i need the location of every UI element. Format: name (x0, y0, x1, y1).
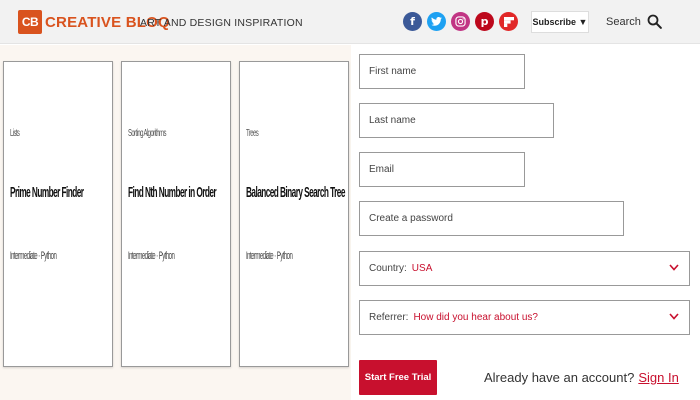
sign-in-link[interactable]: Sign In (638, 370, 678, 385)
card-title: Balanced Binary Search Tree (246, 184, 345, 201)
course-card[interactable]: Sorting Algorithms Find Nth Number in Or… (121, 61, 231, 367)
card-meta: Intermediate · Python (246, 250, 293, 262)
card-meta: Intermediate · Python (128, 250, 175, 262)
start-free-trial-button[interactable]: Start Free Trial (359, 360, 437, 395)
account-prompt-text: Already have an account? (484, 370, 635, 385)
card-meta: Intermediate · Python (10, 250, 57, 262)
search-icon (647, 14, 662, 29)
card-title: Prime Number Finder (10, 184, 84, 201)
pinterest-icon[interactable]: p (475, 12, 494, 31)
chevron-down-icon (669, 264, 679, 271)
password-field[interactable]: Create a password (359, 201, 624, 236)
subscribe-button[interactable]: Subscribe ▼ (531, 11, 589, 33)
social-links: f p (403, 12, 518, 31)
logo-badge: CB (18, 10, 42, 34)
chevron-down-icon (669, 313, 679, 320)
card-title: Find Nth Number in Order (128, 184, 217, 201)
country-label: Country: (369, 263, 407, 274)
country-value: USA (411, 263, 433, 274)
tagline: ART AND DESIGN INSPIRATION (140, 17, 303, 29)
last-name-field[interactable]: Last name (359, 103, 554, 138)
first-name-field[interactable]: First name (359, 54, 525, 89)
search-button[interactable]: Search (606, 14, 662, 29)
referrer-select[interactable]: Referrer: How did you hear about us? (359, 300, 690, 335)
course-card[interactable]: Trees Balanced Binary Search Tree Interm… (239, 61, 349, 367)
card-category: Trees (246, 128, 259, 139)
email-field[interactable]: Email (359, 152, 525, 187)
referrer-value: How did you hear about us? (413, 312, 538, 323)
referrer-label: Referrer: (369, 312, 409, 323)
facebook-icon[interactable]: f (403, 12, 422, 31)
search-label: Search (606, 15, 641, 28)
instagram-icon[interactable] (451, 12, 470, 31)
course-card[interactable]: Lists Prime Number Finder Intermediate ·… (3, 61, 113, 367)
country-select[interactable]: Country: USA (359, 251, 690, 286)
site-header: CB CREATIVE BLOQ ART AND DESIGN INSPIRAT… (0, 0, 700, 44)
card-category: Sorting Algorithms (128, 128, 166, 139)
flipboard-icon[interactable] (499, 12, 518, 31)
twitter-icon[interactable] (427, 12, 446, 31)
card-category: Lists (10, 128, 20, 139)
signin-prompt: Already have an account? Sign In (484, 370, 679, 385)
